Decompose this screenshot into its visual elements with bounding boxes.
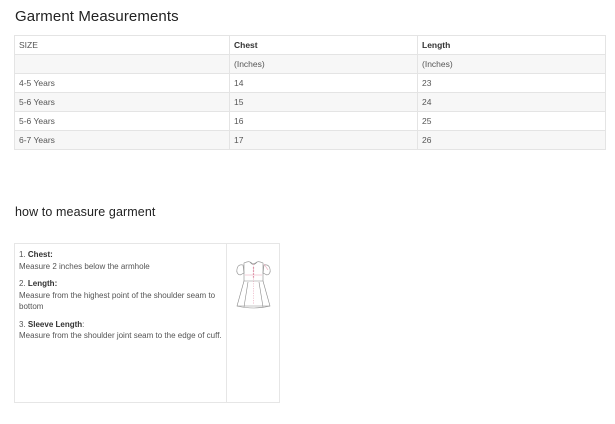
units-chest: (Inches) bbox=[229, 54, 418, 74]
units-length: (Inches) bbox=[417, 54, 606, 74]
measure-instructions: 1. Chest: Measure 2 inches below the arm… bbox=[15, 244, 227, 402]
cell-size: 5-6 Years bbox=[14, 92, 230, 112]
step-number: 3. bbox=[19, 319, 28, 329]
table-units-row: (Inches) (Inches) bbox=[14, 54, 606, 74]
step-description: Measure from the highest point of the sh… bbox=[19, 290, 216, 312]
cell-size: 6-7 Years bbox=[14, 130, 230, 150]
header-chest: Chest bbox=[229, 35, 418, 55]
cell-length: 24 bbox=[417, 92, 606, 112]
cell-chest: 14 bbox=[229, 73, 418, 93]
cell-chest: 15 bbox=[229, 92, 418, 112]
step-number: 1. bbox=[19, 250, 28, 259]
step-punct: : bbox=[54, 279, 58, 288]
step-heading: 2. Length: bbox=[19, 278, 222, 290]
table-row: 6-7 Years 17 26 bbox=[14, 130, 606, 150]
step-description: Measure from the shoulder joint seam to … bbox=[19, 331, 222, 340]
step-label: Length bbox=[27, 279, 55, 288]
cell-size: 4-5 Years bbox=[14, 73, 230, 93]
cell-length: 23 bbox=[417, 73, 606, 93]
dress-diagram-icon bbox=[228, 244, 279, 402]
units-size bbox=[14, 54, 230, 74]
size-chart-table: SIZE Chest Length (Inches) (Inches) 4-5 … bbox=[14, 35, 606, 150]
measure-guide: 1. Chest: Measure 2 inches below the arm… bbox=[14, 243, 280, 403]
step-label: Sleeve Length bbox=[27, 319, 83, 329]
cell-length: 26 bbox=[417, 130, 606, 150]
section-subtitle: how to measure garment bbox=[15, 205, 156, 219]
table-header-row: SIZE Chest Length bbox=[14, 35, 606, 55]
cell-size: 5-6 Years bbox=[14, 111, 230, 131]
cell-chest: 16 bbox=[229, 111, 418, 131]
cell-chest: 17 bbox=[229, 130, 418, 150]
measure-step-sleeve: 3. Sleeve Length: Measure from the shoul… bbox=[19, 319, 222, 342]
table-row: 5-6 Years 15 24 bbox=[14, 92, 606, 112]
step-punct: : bbox=[82, 319, 85, 329]
table-row: 5-6 Years 16 25 bbox=[14, 111, 606, 131]
page-title: Garment Measurements bbox=[15, 8, 179, 25]
cell-length: 25 bbox=[417, 111, 606, 131]
header-length: Length bbox=[417, 35, 606, 55]
step-punct: : bbox=[50, 250, 53, 259]
step-number: 2. bbox=[19, 279, 28, 288]
measure-step-length: 2. Length: Measure from the highest poin… bbox=[19, 278, 222, 313]
table-row: 4-5 Years 14 23 bbox=[14, 73, 606, 93]
step-heading: 1. Chest: bbox=[19, 249, 222, 261]
header-size: SIZE bbox=[14, 35, 230, 55]
measure-step-chest: 1. Chest: Measure 2 inches below the arm… bbox=[19, 249, 222, 272]
step-label: Chest bbox=[27, 250, 51, 259]
step-heading: 3. Sleeve Length: bbox=[19, 319, 222, 331]
step-description: Measure 2 inches below the armhole bbox=[19, 261, 150, 271]
